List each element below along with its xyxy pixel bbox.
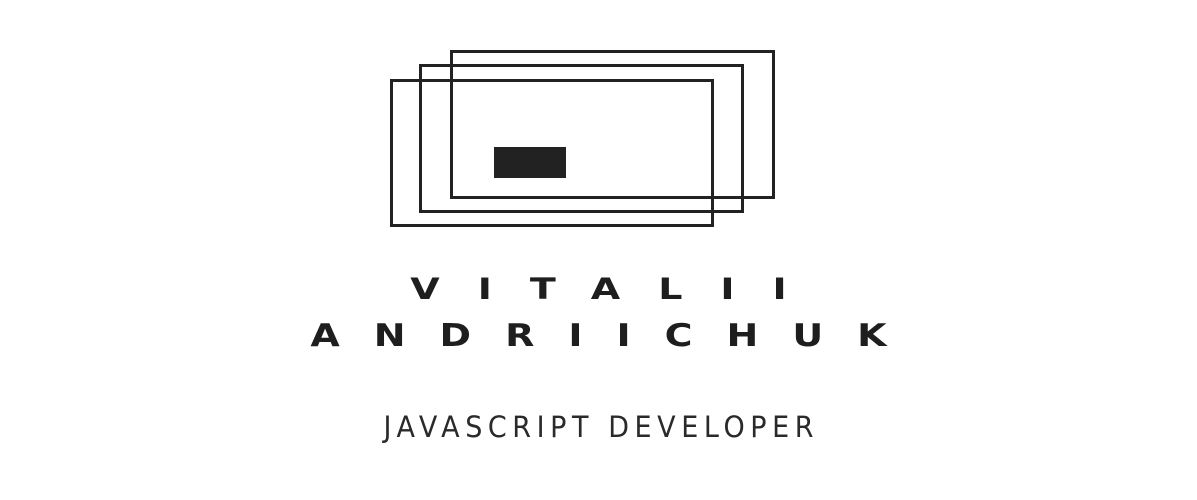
solid-block	[494, 147, 566, 178]
name-last: ANDRIICHUK	[310, 317, 921, 354]
name-first: VITALII	[410, 271, 825, 306]
frame-middle	[419, 64, 744, 213]
logo-canvas: VITALII ANDRIICHUK JAVASCRIPT DEVELOPER	[0, 0, 1197, 500]
job-title: JAVASCRIPT DEVELOPER	[383, 410, 820, 444]
stacked-frames-icon	[390, 50, 775, 227]
